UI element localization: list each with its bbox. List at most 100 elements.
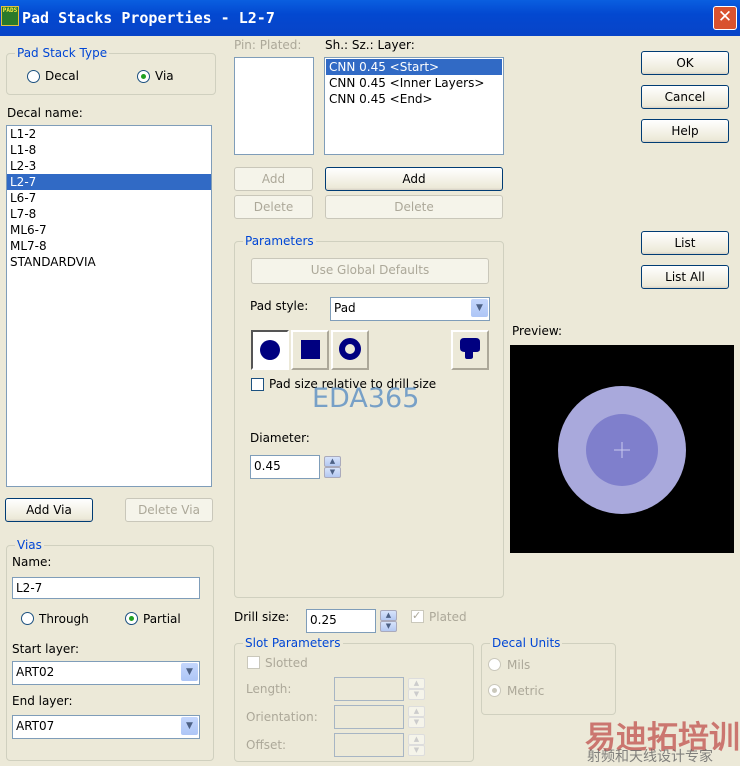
pad-size-relative-checkbox[interactable] xyxy=(251,378,264,391)
length-spinner[interactable]: ▲ ▼ xyxy=(408,678,425,700)
square-pad-button[interactable] xyxy=(291,330,329,370)
list-item[interactable]: L1-2 xyxy=(7,126,211,142)
preview-canvas xyxy=(510,345,734,553)
delete-via-button[interactable]: Delete Via xyxy=(125,498,213,522)
list-button[interactable]: List xyxy=(641,231,729,255)
decal-units-legend: Decal Units xyxy=(490,636,563,650)
round-pad-icon xyxy=(260,340,280,360)
parameters-group: Parameters xyxy=(234,234,504,598)
end-layer-select[interactable]: ART07 ▼ xyxy=(12,715,200,739)
mils-radio[interactable] xyxy=(488,658,501,671)
plated-label: Plated xyxy=(429,610,467,624)
slot-parameters-legend: Slot Parameters xyxy=(243,636,343,650)
diameter-input[interactable]: 0.45 xyxy=(250,455,320,479)
delete-pin-button[interactable]: Delete xyxy=(234,195,313,219)
list-item-selected[interactable]: L2-7 xyxy=(7,174,211,190)
via-radio-label: Via xyxy=(155,69,174,83)
use-global-defaults-button[interactable]: Use Global Defaults xyxy=(251,258,489,284)
start-layer-select[interactable]: ART02 ▼ xyxy=(12,661,200,685)
end-layer-label: End layer: xyxy=(12,694,73,708)
length-label: Length: xyxy=(246,682,292,696)
odd-pad-icon xyxy=(460,338,480,359)
decal-radio-label: Decal xyxy=(45,69,79,83)
orientation-label: Orientation: xyxy=(246,710,318,724)
orientation-spinner[interactable]: ▲ ▼ xyxy=(408,706,425,728)
chevron-down-icon[interactable]: ▼ xyxy=(471,299,488,317)
metric-radio[interactable] xyxy=(488,684,501,697)
list-item[interactable]: ML7-8 xyxy=(7,238,211,254)
pad-style-label: Pad style: xyxy=(250,299,309,313)
list-item[interactable]: L2-3 xyxy=(7,158,211,174)
pads-app-icon: PADS xyxy=(1,6,19,26)
add-layer-button[interactable]: Add xyxy=(325,167,503,191)
decal-name-label: Decal name: xyxy=(7,106,83,120)
plated-checkbox[interactable]: ✓ xyxy=(411,610,424,623)
through-radio[interactable] xyxy=(21,612,34,625)
through-label: Through xyxy=(39,612,89,626)
pin-list[interactable] xyxy=(234,57,314,155)
decal-units-group: Decal Units xyxy=(481,636,616,715)
vias-legend: Vias xyxy=(15,538,44,552)
annular-pad-button[interactable] xyxy=(331,330,369,370)
via-name-label: Name: xyxy=(12,555,52,569)
chevron-down-icon[interactable]: ▼ xyxy=(181,663,198,681)
partial-label: Partial xyxy=(143,612,181,626)
decal-name-list[interactable]: L1-2 L1-8 L2-3 L2-7 L6-7 L7-8 ML6-7 ML7-… xyxy=(6,125,212,487)
list-item[interactable]: ML6-7 xyxy=(7,222,211,238)
offset-spinner[interactable]: ▲ ▼ xyxy=(408,734,425,756)
list-all-button[interactable]: List All xyxy=(641,265,729,289)
annular-pad-icon xyxy=(339,338,361,360)
diameter-spinner[interactable]: ▲ ▼ xyxy=(324,456,341,478)
add-via-button[interactable]: Add Via xyxy=(5,498,93,522)
list-item[interactable]: L6-7 xyxy=(7,190,211,206)
end-layer-value: ART07 xyxy=(16,719,55,733)
list-item[interactable]: CNN 0.45 <End> xyxy=(326,91,502,107)
ok-button[interactable]: OK xyxy=(641,51,729,75)
via-name-input[interactable]: L2-7 xyxy=(12,577,200,599)
via-preview-graphic xyxy=(558,386,686,514)
window-title: Pad Stacks Properties - L2-7 xyxy=(22,9,275,27)
cancel-button[interactable]: Cancel xyxy=(641,85,729,109)
pad-style-value: Pad xyxy=(334,301,356,315)
title-bar: PADS Pad Stacks Properties - L2-7 ✕ xyxy=(0,0,740,36)
orientation-input[interactable] xyxy=(334,705,404,729)
drill-size-input[interactable]: 0.25 xyxy=(306,609,376,633)
decal-radio[interactable] xyxy=(27,70,40,83)
delete-layer-button[interactable]: Delete xyxy=(325,195,503,219)
preview-label: Preview: xyxy=(512,324,563,338)
partial-radio[interactable] xyxy=(125,612,138,625)
pin-plated-header: Pin: Plated: xyxy=(234,38,302,52)
list-item[interactable]: L7-8 xyxy=(7,206,211,222)
slotted-label: Slotted xyxy=(265,656,308,670)
drill-size-spinner[interactable]: ▲ ▼ xyxy=(380,610,397,632)
drill-size-label: Drill size: xyxy=(234,610,290,624)
close-button[interactable]: ✕ xyxy=(713,6,737,30)
help-button[interactable]: Help xyxy=(641,119,729,143)
metric-label: Metric xyxy=(507,684,545,698)
custom-pad-button[interactable] xyxy=(451,330,489,370)
pad-stack-type-legend: Pad Stack Type xyxy=(15,46,110,60)
layer-list-header: Sh.: Sz.: Layer: xyxy=(325,38,415,52)
square-pad-icon xyxy=(301,340,320,359)
round-pad-button[interactable] xyxy=(251,330,289,370)
cn-watermark-sub: 射频和天线设计专家 xyxy=(587,749,713,765)
add-pin-button[interactable]: Add xyxy=(234,167,313,191)
list-item[interactable]: L1-8 xyxy=(7,142,211,158)
offset-input[interactable] xyxy=(334,733,404,757)
list-item[interactable]: CNN 0.45 <Inner Layers> xyxy=(326,75,502,91)
layer-list[interactable]: CNN 0.45 <Start> CNN 0.45 <Inner Layers>… xyxy=(324,57,504,155)
parameters-legend: Parameters xyxy=(243,234,316,248)
pad-style-select[interactable]: Pad ▼ xyxy=(330,297,490,321)
start-layer-value: ART02 xyxy=(16,665,55,679)
via-radio[interactable] xyxy=(137,70,150,83)
eda365-watermark: EDA365 xyxy=(312,383,420,414)
diameter-label: Diameter: xyxy=(250,431,310,445)
length-input[interactable] xyxy=(334,677,404,701)
mils-label: Mils xyxy=(507,658,531,672)
list-item[interactable]: STANDARDVIA xyxy=(7,254,211,270)
start-layer-label: Start layer: xyxy=(12,642,80,656)
chevron-down-icon[interactable]: ▼ xyxy=(181,717,198,735)
list-item-selected[interactable]: CNN 0.45 <Start> xyxy=(326,59,502,75)
offset-label: Offset: xyxy=(246,738,287,752)
slotted-checkbox[interactable] xyxy=(247,656,260,669)
